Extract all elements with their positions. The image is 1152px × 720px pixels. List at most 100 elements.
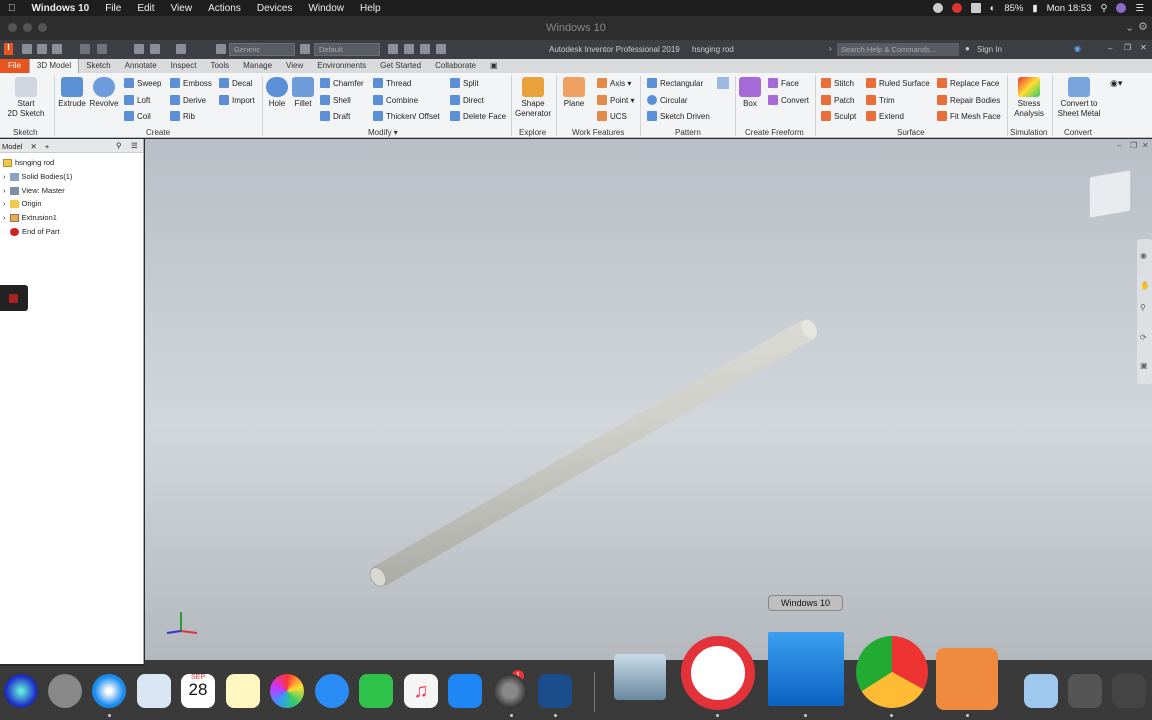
parallels-icon[interactable] <box>538 674 572 708</box>
point-button[interactable]: Point ▾ <box>597 95 634 105</box>
combine-button[interactable]: Combine <box>373 95 418 105</box>
rod-model[interactable] <box>367 317 820 589</box>
fit-mesh-face-button[interactable]: Fit Mesh Face <box>937 111 1001 121</box>
tab-environments[interactable]: Environments <box>310 59 373 73</box>
group-modify[interactable]: Modify ▾ <box>368 128 398 137</box>
tab-view[interactable]: View <box>279 59 310 73</box>
chevron-right-icon[interactable]: › <box>3 172 6 181</box>
tab-sketch[interactable]: Sketch <box>79 59 117 73</box>
battery-icon[interactable]: ▮ <box>1032 3 1037 14</box>
restore-view-icon[interactable]: ❐ <box>1130 141 1137 150</box>
save-icon[interactable] <box>52 44 62 54</box>
menu-devices[interactable]: Devices <box>249 3 301 14</box>
add-browser-icon[interactable]: + <box>45 142 49 151</box>
menubar-app-name[interactable]: Windows 10 <box>24 3 98 14</box>
patch-button[interactable]: Patch <box>821 95 854 105</box>
loft-button[interactable]: Loft <box>124 95 150 105</box>
draft-button[interactable]: Draft <box>320 111 350 121</box>
import-button[interactable]: Import <box>219 95 255 105</box>
recent-window-icon[interactable] <box>1068 674 1102 708</box>
viewcube[interactable] <box>1089 169 1131 219</box>
copilot-app-icon[interactable] <box>681 636 755 710</box>
axis-button[interactable]: Axis ▾ <box>597 78 631 88</box>
battery-percent[interactable]: 85% <box>1004 3 1023 14</box>
fx-icon[interactable] <box>420 44 430 54</box>
minimize-view-icon[interactable]: – <box>1117 141 1121 150</box>
extend-button[interactable]: Extend <box>866 111 904 121</box>
image-capture-icon[interactable] <box>614 654 666 700</box>
fillet-button[interactable]: Fillet <box>290 77 316 109</box>
adjust-icon[interactable] <box>404 44 414 54</box>
downloads-folder-icon[interactable] <box>1024 674 1058 708</box>
close-window-icon[interactable]: ✕ <box>1140 43 1147 52</box>
chrome-icon[interactable] <box>856 636 928 708</box>
menu-help[interactable]: Help <box>352 3 389 14</box>
update-icon[interactable] <box>150 44 160 54</box>
graphics-viewport[interactable]: – ❐ ✕ ◉ ✋ ⚲ ⟳ ▣ <box>145 139 1152 664</box>
open-icon[interactable] <box>37 44 47 54</box>
tab-model[interactable]: Model <box>2 142 22 151</box>
rib-button[interactable]: Rib <box>170 111 195 121</box>
chevron-down-icon[interactable]: ⌄ <box>1125 21 1134 34</box>
ruled-surface-button[interactable]: Ruled Surface <box>866 78 930 88</box>
thicken-offset-button[interactable]: Thicken/ Offset <box>373 111 440 121</box>
facetime-icon[interactable] <box>359 674 393 708</box>
thread-button[interactable]: Thread <box>373 78 411 88</box>
tab-inspect[interactable]: Inspect <box>164 59 204 73</box>
siri-icon[interactable] <box>1116 3 1127 13</box>
menu-window[interactable]: Window <box>300 3 352 14</box>
launchpad-icon[interactable] <box>48 674 82 708</box>
system-preferences-icon[interactable] <box>493 674 527 708</box>
chevron-right-icon[interactable]: › <box>3 199 6 208</box>
decal-button[interactable]: Decal <box>219 78 252 88</box>
menu-file[interactable]: File <box>97 3 129 14</box>
sculpt-button[interactable]: Sculpt <box>821 111 856 121</box>
steering-wheel-icon[interactable]: ◉ <box>1140 251 1147 260</box>
ucs-button[interactable]: UCS <box>597 111 627 121</box>
appearance-icon[interactable] <box>300 44 310 54</box>
rectangular-pattern-button[interactable]: Rectangular <box>647 78 703 88</box>
home-icon[interactable] <box>134 44 144 54</box>
preview-icon[interactable] <box>137 674 171 708</box>
select-icon[interactable] <box>176 44 186 54</box>
sign-in-link[interactable]: Sign In <box>977 45 1002 54</box>
help-icon[interactable]: ◉ <box>1074 44 1081 53</box>
tab-get-started[interactable]: Get Started <box>373 59 428 73</box>
status-icon[interactable] <box>932 3 943 13</box>
zoom-icon[interactable]: ⚲ <box>1140 303 1146 312</box>
control-center-icon[interactable]: ☰ <box>1135 3 1144 14</box>
minimize-icon[interactable] <box>23 23 32 32</box>
new-icon[interactable] <box>22 44 32 54</box>
chevron-right-icon[interactable]: › <box>829 44 832 53</box>
messages-icon[interactable] <box>315 674 349 708</box>
tab-tools[interactable]: Tools <box>203 59 236 73</box>
extrude-button[interactable]: Extrude <box>57 77 87 109</box>
record-widget[interactable] <box>0 285 28 311</box>
tab-annotate[interactable]: Annotate <box>118 59 164 73</box>
photos-icon[interactable] <box>270 674 304 708</box>
start-2d-sketch-button[interactable]: Start 2D Sketch <box>6 77 46 119</box>
trim-button[interactable]: Trim <box>866 95 895 105</box>
tree-item-end-of-part[interactable]: End of Part <box>10 227 60 236</box>
tree-item-root[interactable]: hsnging rod <box>3 158 54 167</box>
search-icon[interactable]: ⚲ <box>116 141 122 150</box>
convert-to-sheet-metal-button[interactable]: Convert to Sheet Metal <box>1054 77 1104 119</box>
shell-button[interactable]: Shell <box>320 95 351 105</box>
menubar-clock[interactable]: Mon 18:53 <box>1047 3 1092 14</box>
siri-app-icon[interactable] <box>4 674 38 708</box>
stitch-button[interactable]: Stitch <box>821 78 854 88</box>
direct-button[interactable]: Direct <box>450 95 484 105</box>
tab-manage[interactable]: Manage <box>236 59 279 73</box>
repair-bodies-button[interactable]: Repair Bodies <box>937 95 1000 105</box>
user-icon[interactable]: ● <box>965 44 970 53</box>
derive-button[interactable]: Derive <box>170 95 206 105</box>
material-combo[interactable]: Generic <box>229 43 295 56</box>
add-icon[interactable] <box>436 44 446 54</box>
panel-options-icon[interactable]: ▣ <box>483 59 505 73</box>
revolve-button[interactable]: Revolve <box>89 77 119 109</box>
hole-button[interactable]: Hole <box>264 77 290 109</box>
undo-icon[interactable] <box>80 44 90 54</box>
app-store-icon[interactable] <box>448 674 482 708</box>
mirror-icon[interactable] <box>717 77 729 89</box>
chevron-right-icon[interactable]: › <box>3 186 6 195</box>
